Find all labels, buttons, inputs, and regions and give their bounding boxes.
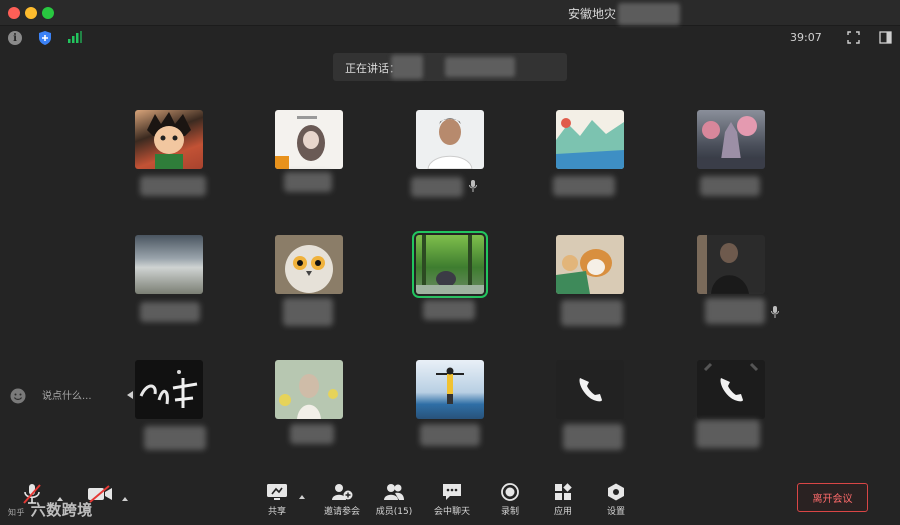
settings-label: 设置 bbox=[606, 507, 625, 517]
smile-icon[interactable] bbox=[10, 388, 26, 404]
participant-avatar[interactable] bbox=[556, 235, 624, 294]
participant-avatar[interactable] bbox=[275, 360, 343, 419]
redacted-name bbox=[563, 424, 623, 450]
members-label: 成员(15) bbox=[375, 507, 413, 517]
speaking-banner: 正在讲话： bbox=[333, 53, 567, 81]
meeting-info-bar: i 39:07 bbox=[0, 26, 900, 50]
redacted-name bbox=[553, 176, 615, 196]
chat-label: 会中聊天 bbox=[433, 507, 470, 517]
redacted-name bbox=[561, 300, 623, 326]
maximize-window-button[interactable] bbox=[42, 7, 54, 19]
close-window-button[interactable] bbox=[8, 7, 20, 19]
redacted-name bbox=[411, 177, 463, 197]
members-button[interactable]: 成员(15) bbox=[366, 483, 422, 517]
sidebar-toggle-icon[interactable] bbox=[879, 31, 892, 44]
chat-input[interactable] bbox=[42, 385, 117, 407]
participant-avatar[interactable] bbox=[135, 235, 203, 294]
redacted-name bbox=[290, 424, 334, 444]
participant-avatar[interactable] bbox=[275, 110, 343, 169]
watermark: 知乎 六数跨境 bbox=[8, 499, 93, 520]
minimize-window-button[interactable] bbox=[25, 7, 37, 19]
phone-icon bbox=[703, 362, 759, 402]
redacted-speaker bbox=[445, 57, 515, 77]
participant-avatar[interactable] bbox=[416, 360, 484, 419]
shield-icon[interactable] bbox=[38, 30, 52, 46]
redacted-name bbox=[144, 426, 206, 450]
invite-icon bbox=[332, 484, 353, 500]
record-icon bbox=[501, 483, 519, 501]
participant-avatar[interactable] bbox=[135, 360, 203, 419]
share-screen-icon bbox=[267, 484, 287, 500]
apps-label: 应用 bbox=[553, 507, 572, 517]
participant-avatar[interactable] bbox=[416, 110, 484, 169]
participant-avatar[interactable] bbox=[556, 360, 624, 419]
redacted-name bbox=[283, 298, 333, 326]
bottom-toolbar: 共享 邀请参会 成员(15) 会中聊天 录制 应用 设置 bbox=[0, 475, 900, 525]
participant-avatar[interactable] bbox=[275, 235, 343, 294]
chat-icon bbox=[443, 484, 461, 500]
video-options-arrow[interactable] bbox=[122, 497, 128, 501]
apps-button[interactable]: 应用 bbox=[535, 483, 591, 517]
redacted-name bbox=[423, 300, 475, 320]
title-bar: 安徽地灾 bbox=[0, 0, 900, 26]
redacted-name bbox=[140, 176, 206, 196]
fullscreen-icon[interactable] bbox=[847, 31, 860, 44]
settings-button[interactable]: 设置 bbox=[588, 483, 644, 517]
share-options-arrow[interactable] bbox=[299, 495, 305, 499]
participant-avatar[interactable] bbox=[697, 235, 765, 294]
collapse-chat-icon[interactable] bbox=[127, 391, 133, 399]
chat-bar bbox=[10, 383, 135, 409]
mic-icon bbox=[771, 306, 779, 318]
participant-avatar-active-speaker[interactable] bbox=[412, 231, 488, 298]
redacted-name bbox=[284, 172, 332, 192]
invite-label: 邀请参会 bbox=[323, 507, 360, 517]
meeting-timer: 39:07 bbox=[790, 31, 822, 44]
leave-meeting-button[interactable]: 离开会议 bbox=[797, 483, 868, 512]
settings-icon bbox=[608, 483, 624, 501]
redacted-name bbox=[696, 420, 760, 448]
participant-avatar[interactable] bbox=[697, 110, 765, 169]
redacted-name bbox=[420, 424, 480, 446]
record-button[interactable]: 录制 bbox=[482, 483, 538, 517]
watermark-prefix: 知乎 bbox=[8, 508, 25, 517]
participant-avatar[interactable] bbox=[556, 110, 624, 169]
info-icon[interactable]: i bbox=[8, 31, 22, 45]
signal-icon bbox=[68, 31, 82, 43]
apps-icon bbox=[555, 483, 572, 500]
participant-avatar[interactable] bbox=[135, 110, 203, 169]
participant-avatar[interactable] bbox=[697, 360, 765, 419]
window-title: 安徽地灾 bbox=[568, 7, 617, 21]
mic-icon bbox=[469, 180, 477, 192]
redacted-name bbox=[700, 176, 760, 196]
redacted-name bbox=[140, 302, 200, 322]
phone-icon bbox=[579, 378, 602, 402]
invite-button[interactable]: 邀请参会 bbox=[314, 483, 370, 517]
redacted-name bbox=[705, 298, 765, 324]
share-label: 共享 bbox=[267, 507, 286, 517]
share-button[interactable]: 共享 bbox=[249, 483, 305, 517]
watermark-text: 六数跨境 bbox=[30, 501, 93, 519]
members-icon bbox=[384, 484, 404, 500]
redacted-speaker bbox=[391, 55, 423, 79]
record-label: 录制 bbox=[500, 507, 519, 517]
redacted-title bbox=[618, 3, 680, 25]
chat-button[interactable]: 会中聊天 bbox=[424, 483, 480, 517]
